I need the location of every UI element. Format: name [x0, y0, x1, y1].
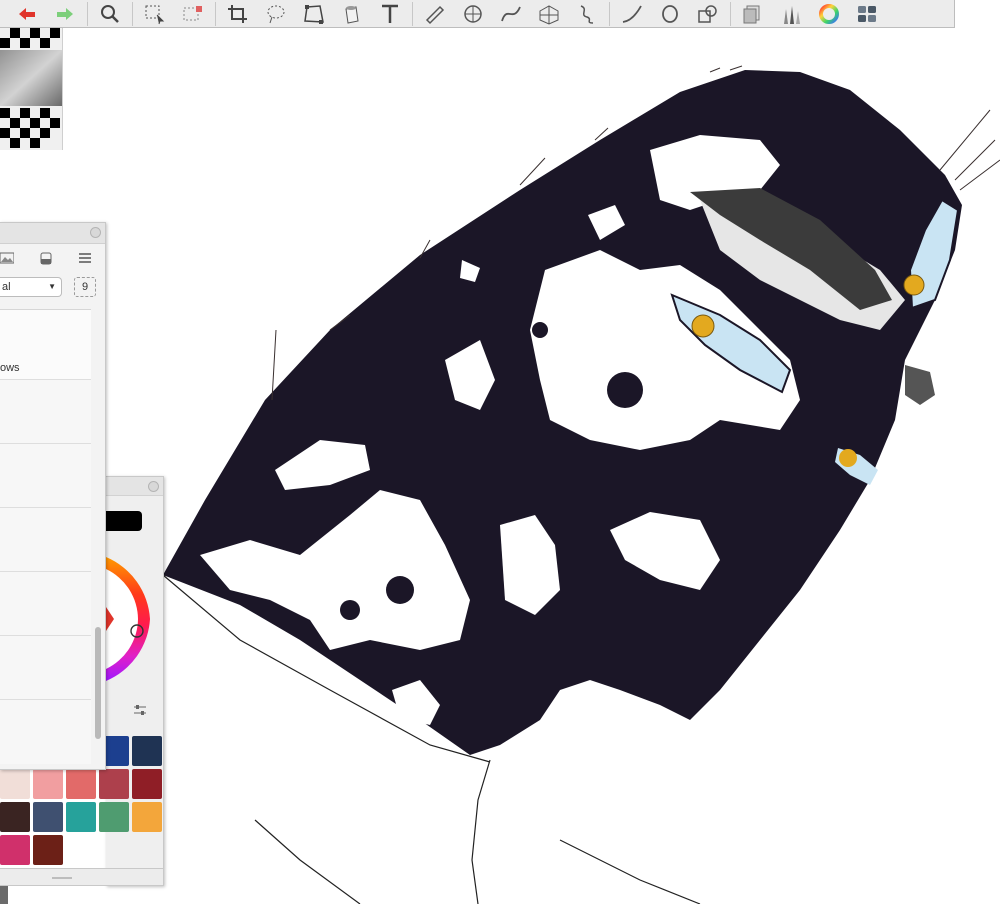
- color-swatch[interactable]: [66, 769, 96, 799]
- main-toolbar: [0, 0, 955, 28]
- color-swatch[interactable]: [0, 802, 30, 832]
- layer-row[interactable]: [0, 636, 91, 700]
- color-swatch[interactable]: [132, 736, 162, 766]
- window-edge: [0, 886, 8, 904]
- curve-button[interactable]: [492, 1, 530, 27]
- layer-opacity-value: 9: [81, 281, 89, 293]
- ruler-icon: [425, 5, 445, 24]
- layer-opacity-field[interactable]: 9: [74, 277, 96, 297]
- layer-mask-icon[interactable]: [40, 251, 52, 270]
- close-icon[interactable]: [148, 481, 159, 492]
- brush-library-button[interactable]: [772, 1, 810, 27]
- color-swatch[interactable]: [0, 835, 30, 865]
- color-panel-titlebar[interactable]: [106, 477, 163, 496]
- color-swatch[interactable]: [66, 802, 96, 832]
- chevron-down-icon: ▼: [48, 282, 56, 291]
- undo-icon: [19, 7, 35, 20]
- stroke-icon: [622, 5, 642, 23]
- layer-list: ows: [0, 309, 91, 764]
- symmetry-button[interactable]: [454, 1, 492, 27]
- crop-icon: [228, 4, 247, 23]
- perspective-grid-button[interactable]: [530, 1, 568, 27]
- layer-name: ows: [0, 362, 20, 374]
- color-swatch[interactable]: [0, 769, 30, 799]
- redo-icon: [57, 7, 73, 20]
- color-adjust-sliders-icon[interactable]: [132, 703, 148, 722]
- toolbar-separator: [215, 1, 216, 26]
- ellipse-button[interactable]: [651, 1, 689, 27]
- brush-library-icon: [784, 5, 800, 24]
- color-swatch[interactable]: [33, 769, 63, 799]
- transform-button[interactable]: [295, 1, 333, 27]
- curve-icon: [501, 6, 521, 21]
- style-button[interactable]: [568, 1, 606, 27]
- close-icon[interactable]: [90, 227, 101, 238]
- color-swatch[interactable]: [132, 802, 162, 832]
- layers-button[interactable]: [734, 1, 772, 27]
- toolbar-separator: [87, 1, 88, 26]
- toolbar-separator: [730, 1, 731, 26]
- artwork: [162, 65, 1000, 904]
- ellipse-icon: [662, 4, 678, 23]
- layers-panel-icon-row: [0, 244, 105, 274]
- text-tool-button[interactable]: [371, 1, 409, 27]
- selection-icon: [145, 5, 165, 24]
- color-swatch[interactable]: [33, 802, 63, 832]
- layer-row[interactable]: [0, 572, 91, 636]
- layer-row[interactable]: [0, 444, 91, 508]
- crop-button[interactable]: [219, 1, 257, 27]
- fill-bucket-icon: [345, 5, 359, 24]
- color-swatch[interactable]: [132, 769, 162, 799]
- layers-icon: [743, 5, 760, 23]
- text-tool-icon: [382, 4, 398, 23]
- thumbnail-image: [0, 28, 62, 150]
- toolbar-separator: [132, 1, 133, 26]
- color-wheel[interactable]: [106, 549, 164, 689]
- selection-button[interactable]: [136, 1, 174, 27]
- lasso-icon: [267, 5, 285, 23]
- layers-panel: al ▼ 9 ows: [0, 222, 106, 770]
- shape-icon: [698, 4, 717, 23]
- color-swatches-icon: [858, 5, 876, 22]
- redo-button[interactable]: [46, 1, 84, 27]
- swatch-panel-footer: [0, 868, 164, 886]
- toolbar-separator: [609, 1, 610, 26]
- color-swatch[interactable]: [99, 769, 129, 799]
- layer-row[interactable]: ows: [0, 310, 91, 380]
- layer-menu-icon[interactable]: [78, 251, 92, 269]
- layer-row[interactable]: [0, 508, 91, 572]
- blend-mode-select[interactable]: al ▼: [0, 277, 62, 297]
- color-swatch[interactable]: [33, 835, 63, 865]
- lasso-button[interactable]: [257, 1, 295, 27]
- color-wheel-icon: [819, 3, 839, 24]
- selection-options-button[interactable]: [174, 1, 212, 27]
- transform-icon: [304, 4, 324, 24]
- ruler-button[interactable]: [416, 1, 454, 27]
- current-color-swatch[interactable]: [106, 511, 142, 531]
- layer-row[interactable]: [0, 380, 91, 444]
- perspective-grid-icon: [539, 4, 559, 25]
- style-icon: [580, 4, 594, 24]
- color-swatches-button[interactable]: [848, 1, 886, 27]
- image-layer-icon[interactable]: [0, 251, 15, 270]
- zoom-button[interactable]: [91, 1, 129, 27]
- blend-mode-value: al: [2, 281, 11, 293]
- scrollbar-thumb[interactable]: [95, 627, 101, 739]
- toolbar-separator: [412, 1, 413, 26]
- stroke-button[interactable]: [613, 1, 651, 27]
- zoom-icon: [101, 4, 119, 23]
- selection-options-icon: [183, 5, 202, 20]
- resize-grip-icon[interactable]: [52, 877, 72, 879]
- shape-button[interactable]: [689, 1, 727, 27]
- layer-list-scrollbar[interactable]: [93, 309, 103, 763]
- color-swatch[interactable]: [99, 802, 129, 832]
- symmetry-icon: [464, 4, 482, 23]
- navigator-thumbnail[interactable]: [0, 28, 63, 150]
- color-wheel-button[interactable]: [810, 1, 848, 27]
- layers-panel-titlebar[interactable]: [0, 223, 105, 244]
- fill-bucket-button[interactable]: [333, 1, 371, 27]
- undo-button[interactable]: [8, 1, 46, 27]
